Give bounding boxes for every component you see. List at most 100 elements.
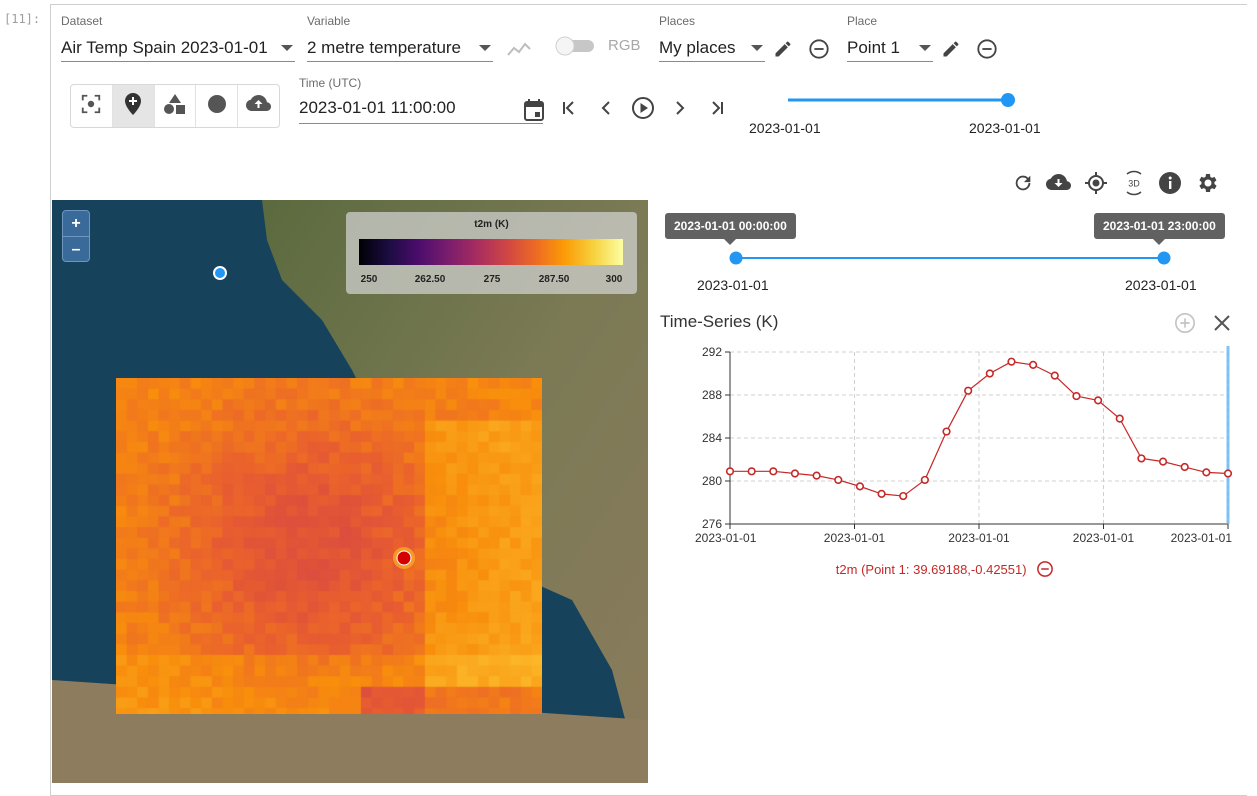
timeseries-add-icon[interactable] (506, 38, 532, 60)
series-legend[interactable]: t2m (Point 1: 39.69188,-0.42551) (660, 560, 1230, 578)
add-point-icon (124, 92, 142, 121)
data-point[interactable] (1180, 462, 1189, 472)
data-point[interactable] (964, 386, 973, 395)
zoom-out-button[interactable]: – (63, 237, 89, 262)
data-point[interactable] (1050, 371, 1059, 380)
data-point[interactable] (920, 475, 929, 485)
data-point[interactable] (790, 469, 800, 478)
add-circle-tool[interactable] (196, 85, 239, 127)
data-point[interactable] (1158, 457, 1168, 466)
legend-tick: 287.50 (538, 274, 570, 285)
data-point[interactable] (834, 475, 843, 485)
variable-label: Variable (307, 14, 351, 28)
locate-icon[interactable] (1083, 170, 1109, 196)
place-value: Point 1 (847, 37, 900, 57)
calendar-icon[interactable] (522, 98, 546, 122)
refresh-icon[interactable] (1010, 170, 1036, 196)
color-legend[interactable]: t2m (K) 250 262.50 275 287.50 300 (346, 212, 637, 294)
add-point-tool[interactable] (112, 85, 155, 127)
3d-view-icon[interactable]: 3D (1120, 169, 1148, 197)
legend-title: t2m (K) (474, 219, 509, 230)
data-point[interactable] (1072, 391, 1081, 401)
x-tick-label: 2023-01-01 (1073, 531, 1135, 545)
upload-places-tool[interactable] (238, 85, 279, 127)
places-label: Places (659, 14, 696, 28)
map-view[interactable]: + – t2m (K) 250 262.50 275 287.50 300 (52, 200, 648, 783)
select-area-icon (80, 93, 102, 120)
places-value: My places (659, 37, 736, 57)
data-point[interactable] (1115, 414, 1124, 423)
range-start-tooltip: 2023-01-01 00:00:00 (665, 213, 796, 245)
range-slider-start-thumb[interactable] (729, 251, 743, 265)
remove-series-icon[interactable] (1036, 560, 1054, 578)
place-select[interactable]: Point 1 (847, 34, 933, 62)
time-slider-thumb[interactable] (1001, 93, 1015, 107)
add-polygon-icon (163, 93, 187, 120)
add-timeseries-icon[interactable] (1172, 310, 1198, 336)
data-point[interactable] (1029, 360, 1038, 370)
y-tick-label: 280 (702, 474, 722, 488)
timeseries-title: Time-Series (K) (660, 312, 779, 331)
rgb-toggle[interactable] (554, 36, 596, 56)
dataset-label: Dataset (61, 14, 103, 28)
data-point[interactable] (1202, 468, 1211, 477)
data-point[interactable] (1137, 454, 1146, 463)
series-legend-label: t2m (Point 1: 39.69188,-0.42551) (835, 562, 1027, 577)
previous-step-icon[interactable] (594, 96, 618, 120)
time-input[interactable]: 2023-01-01 11:00:00 (299, 92, 543, 124)
range-slider-end-thumb[interactable] (1157, 251, 1171, 265)
download-icon[interactable] (1045, 170, 1073, 196)
info-icon[interactable] (1157, 170, 1183, 196)
range-slider[interactable] (725, 246, 1175, 270)
zoom-control: + – (62, 210, 90, 262)
series-line (730, 361, 1229, 497)
data-point[interactable] (725, 467, 735, 476)
time-slider-end-label: 2023-01-01 (969, 120, 1041, 136)
data-point[interactable] (1223, 469, 1233, 478)
play-icon[interactable] (630, 95, 656, 121)
data-point[interactable] (1093, 396, 1103, 405)
next-step-icon[interactable] (668, 96, 692, 120)
rgb-label: RGB (608, 37, 641, 54)
timeseries-chart[interactable]: 2922882842802762023-01-01 2023-01-01 2023-… (660, 338, 1240, 553)
data-point[interactable] (812, 471, 821, 480)
data-point[interactable] (747, 467, 756, 476)
legend-tick: 300 (605, 274, 623, 285)
data-point[interactable] (1007, 357, 1016, 366)
add-polygon-tool[interactable] (155, 85, 197, 127)
y-tick-label: 284 (702, 431, 722, 445)
data-point[interactable] (985, 369, 994, 378)
places-select[interactable]: My places (659, 34, 765, 62)
data-point[interactable] (877, 489, 886, 498)
dataset-select[interactable]: Air Temp Spain 2023-01-01 (61, 34, 295, 62)
legend-tick: 262.50 (414, 274, 446, 285)
last-step-icon[interactable] (705, 96, 729, 120)
remove-places-icon[interactable] (807, 37, 831, 61)
chevron-down-icon (919, 44, 931, 51)
select-area-tool[interactable] (71, 85, 113, 127)
variable-select[interactable]: 2 metre temperature (307, 34, 493, 62)
chevron-down-icon (479, 44, 491, 51)
time-slider[interactable] (780, 88, 1020, 112)
data-point[interactable] (769, 467, 778, 476)
first-step-icon[interactable] (557, 96, 581, 120)
dataset-value: Air Temp Spain 2023-01-01 (61, 37, 268, 57)
data-point[interactable] (899, 491, 908, 501)
time-value: 2023-01-01 11:00:00 (299, 97, 456, 117)
place-marker[interactable] (213, 266, 227, 280)
map-interaction-tools (70, 84, 280, 128)
settings-icon[interactable] (1194, 170, 1220, 196)
zoom-in-button[interactable]: + (63, 211, 89, 237)
colorbar (359, 239, 623, 265)
cell-prompt: [11]: (4, 12, 41, 26)
temperature-layer (116, 378, 542, 714)
close-icon[interactable] (1209, 310, 1235, 336)
place-label: Place (847, 14, 878, 28)
data-point[interactable] (855, 482, 865, 491)
data-point[interactable] (942, 427, 951, 436)
edit-place-icon[interactable] (939, 37, 963, 61)
remove-place-icon[interactable] (975, 37, 999, 61)
svg-text:3D: 3D (1128, 179, 1140, 189)
edit-places-icon[interactable] (771, 37, 795, 61)
add-circle-icon (207, 94, 227, 119)
